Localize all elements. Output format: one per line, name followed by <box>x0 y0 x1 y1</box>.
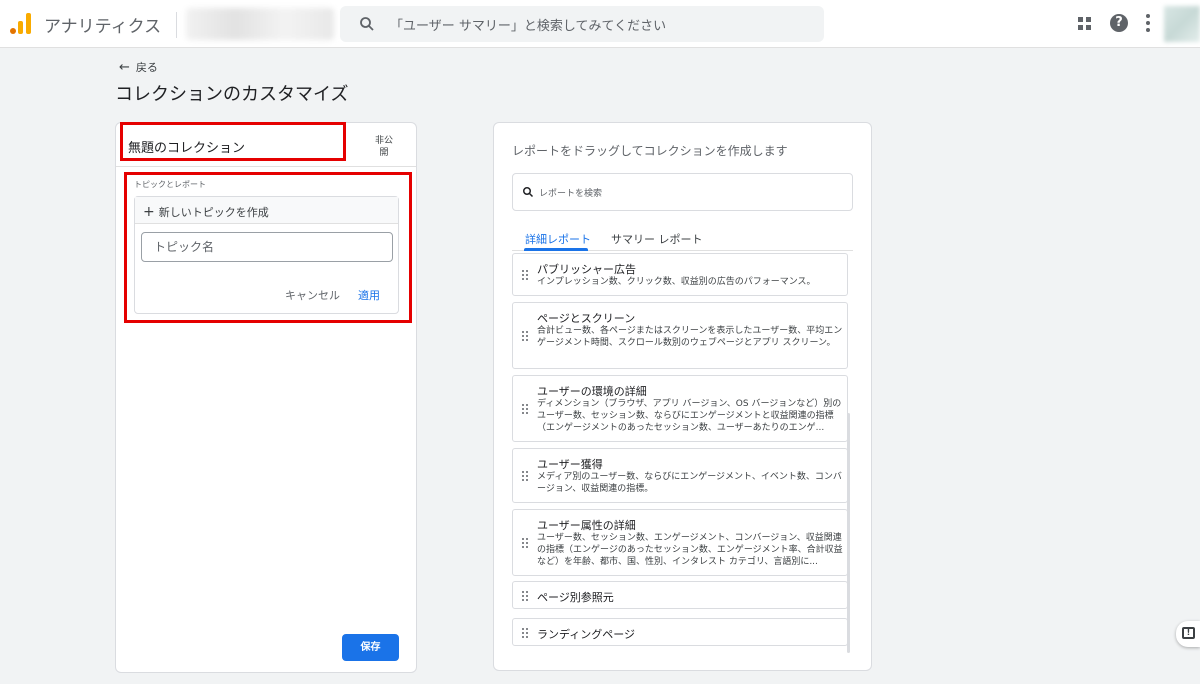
report-search-input[interactable]: レポートを検索 <box>512 173 853 211</box>
report-description: 合計ビュー数、各ページまたはスクリーンを表示したユーザー数、平均エンゲージメント… <box>537 326 843 348</box>
report-name: ユーザー属性の詳細 <box>537 519 636 532</box>
back-link[interactable]: ← 戻る <box>119 59 158 75</box>
apps-grid-icon[interactable] <box>1078 17 1092 31</box>
report-item[interactable]: ページ別参照元 <box>512 581 848 609</box>
divider <box>176 12 177 38</box>
app-title: アナリティクス <box>44 17 162 37</box>
report-item[interactable]: ランディングページ <box>512 618 848 646</box>
report-name: ページとスクリーン <box>537 312 636 325</box>
back-label: 戻る <box>135 61 158 74</box>
feedback-icon: ! <box>1182 627 1195 639</box>
visibility-status[interactable]: 非公開 <box>372 135 396 159</box>
report-description: メディア別のユーザー数、ならびにエンゲージメント、イベント数、コンバージョン、収… <box>537 472 842 494</box>
highlight-box-collection-name <box>120 122 346 161</box>
report-name: ランディングページ <box>537 628 636 641</box>
search-icon <box>523 187 534 198</box>
account-selector[interactable] <box>186 8 334 40</box>
more-vert-icon[interactable] <box>1145 14 1151 34</box>
save-button[interactable]: 保存 <box>342 634 399 661</box>
search-icon <box>360 17 374 31</box>
report-description: インプレッション数、クリック数、収益別の広告のパフォーマンス。 <box>537 277 816 287</box>
report-library-panel: レポートをドラッグしてコレクションを作成します レポートを検索 詳細レポート サ… <box>493 122 872 671</box>
analytics-logo-icon[interactable] <box>10 12 34 36</box>
tab-summary-reports[interactable]: サマリー レポート <box>611 231 703 247</box>
page-title: コレクションのカスタマイズ <box>115 84 349 105</box>
report-name: ページ別参照元 <box>537 591 614 604</box>
report-name: パブリッシャー広告 <box>537 263 636 276</box>
report-item[interactable]: パブリッシャー広告 インプレッション数、クリック数、収益別の広告のパフォーマンス… <box>512 253 848 296</box>
report-tabs: 詳細レポート サマリー レポート <box>512 223 853 251</box>
report-search-placeholder: レポートを検索 <box>539 189 603 199</box>
feedback-button[interactable]: ! <box>1176 621 1200 647</box>
help-icon[interactable]: ? <box>1110 14 1128 32</box>
global-search-placeholder: 「ユーザー サマリー」と検索してみてください <box>390 19 667 34</box>
report-name: ユーザー獲得 <box>537 458 603 471</box>
report-library-title: レポートをドラッグしてコレクションを作成します <box>512 144 788 158</box>
report-item[interactable]: ユーザーの環境の詳細 ディメンション（ブラウザ、アプリ バージョン、OS バージ… <box>512 375 848 442</box>
report-description: ディメンション（ブラウザ、アプリ バージョン、OS バージョンなど）別のユーザー… <box>537 399 842 433</box>
report-item[interactable]: ユーザー属性の詳細 ユーザー数、セッション数、エンゲージメント、コンバージョン、… <box>512 509 848 576</box>
avatar[interactable] <box>1164 6 1200 42</box>
drag-handle-icon[interactable] <box>522 538 528 548</box>
drag-handle-icon[interactable] <box>522 331 528 341</box>
top-app-bar: アナリティクス 「ユーザー サマリー」と検索してみてください ? <box>0 0 1200 48</box>
active-tab-indicator <box>524 248 588 251</box>
report-description: ユーザー数、セッション数、エンゲージメント、コンバージョン、収益関連の指標（エン… <box>537 533 843 567</box>
drag-handle-icon[interactable] <box>522 628 528 638</box>
highlight-box-topic-editor <box>124 172 412 323</box>
global-search-bar[interactable]: 「ユーザー サマリー」と検索してみてください <box>340 6 824 42</box>
report-item[interactable]: ページとスクリーン 合計ビュー数、各ページまたはスクリーンを表示したユーザー数、… <box>512 302 848 369</box>
drag-handle-icon[interactable] <box>522 404 528 414</box>
arrow-back-icon: ← <box>119 60 130 75</box>
report-name: ユーザーの環境の詳細 <box>537 385 647 398</box>
drag-handle-icon[interactable] <box>522 591 528 601</box>
drag-handle-icon[interactable] <box>522 471 528 481</box>
divider <box>116 166 416 167</box>
report-item[interactable]: ユーザー獲得 メディア別のユーザー数、ならびにエンゲージメント、イベント数、コン… <box>512 448 848 503</box>
tab-detail-reports[interactable]: 詳細レポート <box>525 231 591 247</box>
drag-handle-icon[interactable] <box>522 270 528 280</box>
